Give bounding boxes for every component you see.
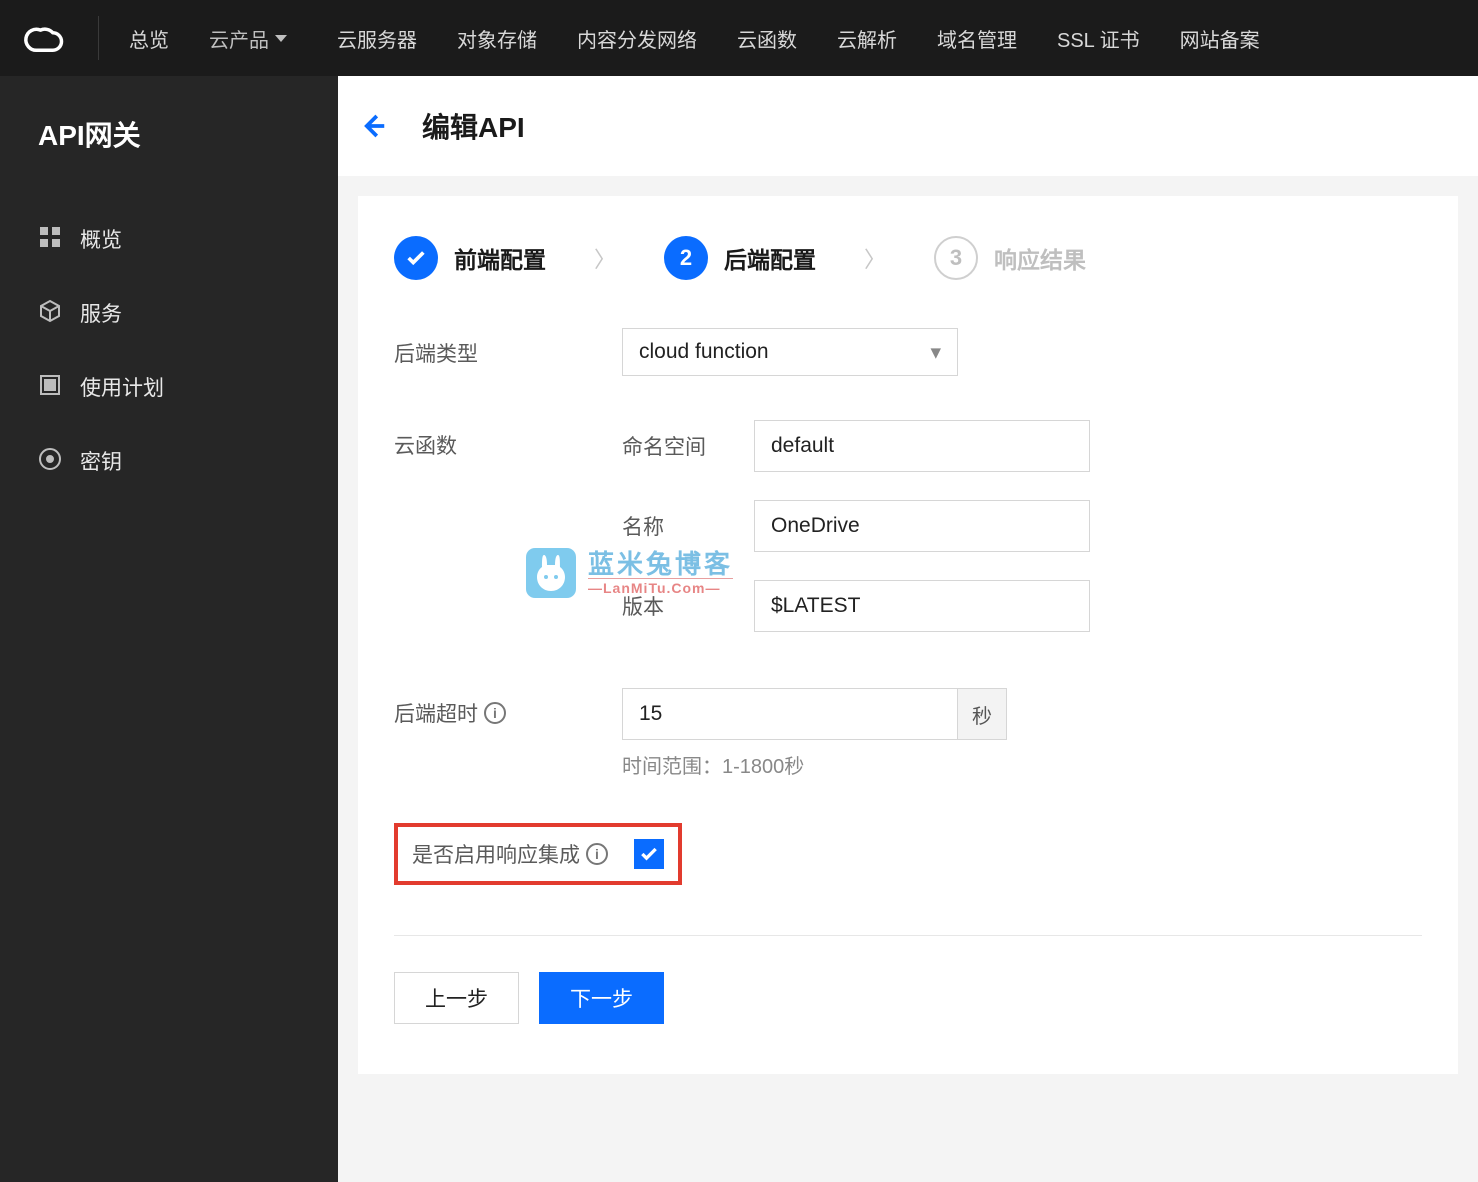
sidebar-item-usage-plan[interactable]: 使用计划 bbox=[0, 350, 338, 424]
steps: 前端配置 〉 2 后端配置 〉 3 响应结果 bbox=[394, 236, 1422, 280]
label-cloud-function: 云函数 bbox=[394, 420, 622, 460]
next-button[interactable]: 下一步 bbox=[539, 972, 664, 1024]
sidebar-item-service[interactable]: 服务 bbox=[0, 276, 338, 350]
nav-scf[interactable]: 云函数 bbox=[737, 24, 797, 53]
logo-icon bbox=[20, 14, 68, 62]
nav-ssl[interactable]: SSL 证书 bbox=[1057, 24, 1140, 53]
cube-icon bbox=[38, 299, 62, 328]
divider bbox=[394, 935, 1422, 936]
sidebar: API网关 概览 服务 使用计划 密钥 bbox=[0, 76, 338, 1182]
label-response-integration: 是否启用响应集成 i bbox=[412, 839, 608, 869]
select-backend-type[interactable]: cloud function ▾ bbox=[622, 328, 958, 376]
sidebar-item-overview[interactable]: 概览 bbox=[0, 202, 338, 276]
nav-domain[interactable]: 域名管理 bbox=[937, 24, 1017, 53]
nav-beian[interactable]: 网站备案 bbox=[1180, 24, 1260, 53]
button-row: 上一步 下一步 bbox=[394, 972, 1422, 1024]
highlight-box: 是否启用响应集成 i bbox=[394, 823, 682, 885]
sidebar-item-label: 服务 bbox=[80, 298, 122, 328]
row-timeout: 后端超时 i 秒 时间范围：1-1800秒 bbox=[394, 688, 1422, 779]
main-content: 编辑API 前端配置 〉 2 后端配置 〉 3 响应结果 bbox=[338, 76, 1478, 1182]
info-icon[interactable]: i bbox=[586, 843, 608, 865]
input-name[interactable] bbox=[754, 500, 1090, 552]
label-name: 名称 bbox=[622, 511, 726, 541]
prev-button[interactable]: 上一步 bbox=[394, 972, 519, 1024]
nav-overview[interactable]: 总览 bbox=[129, 24, 169, 53]
top-nav: 总览 云产品 云服务器 对象存储 内容分发网络 云函数 云解析 域名管理 SSL… bbox=[0, 0, 1478, 76]
sidebar-item-label: 使用计划 bbox=[80, 372, 164, 402]
row-backend-type: 后端类型 cloud function ▾ bbox=[394, 328, 1422, 376]
chevron-down-icon: ▾ bbox=[930, 340, 941, 365]
row-response-integration: 是否启用响应集成 i bbox=[394, 823, 1422, 885]
nav-cvm[interactable]: 云服务器 bbox=[337, 24, 417, 53]
sidebar-title: API网关 bbox=[0, 104, 338, 202]
step-1[interactable]: 前端配置 bbox=[394, 236, 546, 280]
step-2-label: 后端配置 bbox=[724, 241, 816, 275]
sidebar-item-label: 概览 bbox=[80, 224, 122, 254]
label-backend-type: 后端类型 bbox=[394, 328, 622, 368]
sidebar-item-label: 密钥 bbox=[80, 446, 122, 476]
step-3-circle: 3 bbox=[934, 236, 978, 280]
step-3[interactable]: 3 响应结果 bbox=[934, 236, 1086, 280]
label-namespace: 命名空间 bbox=[622, 431, 726, 461]
row-namespace: 命名空间 bbox=[622, 420, 1090, 472]
key-icon bbox=[38, 447, 62, 476]
timeout-unit: 秒 bbox=[958, 688, 1007, 740]
timeout-input-group: 秒 bbox=[622, 688, 1007, 740]
nav-cdn[interactable]: 内容分发网络 bbox=[577, 24, 697, 53]
page-title: 编辑API bbox=[422, 106, 525, 146]
select-backend-type-value: cloud function bbox=[639, 340, 769, 364]
nav-cloud-products-label: 云产品 bbox=[209, 24, 269, 53]
chevron-right-icon: 〉 bbox=[594, 242, 616, 274]
row-version: 版本 bbox=[622, 580, 1090, 632]
input-namespace[interactable] bbox=[754, 420, 1090, 472]
dashboard-icon bbox=[38, 225, 62, 254]
row-cloud-function: 云函数 命名空间 名称 版本 bbox=[394, 420, 1422, 632]
back-button[interactable] bbox=[358, 111, 388, 141]
label-timeout: 后端超时 i bbox=[394, 688, 622, 728]
step-3-label: 响应结果 bbox=[994, 241, 1086, 275]
chevron-right-icon: 〉 bbox=[864, 242, 886, 274]
info-icon[interactable]: i bbox=[484, 702, 506, 724]
checkbox-response-integration[interactable] bbox=[634, 839, 664, 869]
page-header: 编辑API bbox=[338, 76, 1478, 176]
sidebar-item-key[interactable]: 密钥 bbox=[0, 424, 338, 498]
step-1-label: 前端配置 bbox=[454, 241, 546, 275]
form-card: 前端配置 〉 2 后端配置 〉 3 响应结果 后端类型 cloud functi… bbox=[358, 196, 1458, 1074]
row-name: 名称 bbox=[622, 500, 1090, 552]
step-2[interactable]: 2 后端配置 bbox=[664, 236, 816, 280]
label-version: 版本 bbox=[622, 591, 726, 621]
timeout-hint: 时间范围：1-1800秒 bbox=[622, 750, 1007, 779]
chevron-down-icon bbox=[275, 35, 287, 42]
nav-separator bbox=[98, 16, 99, 60]
input-timeout[interactable] bbox=[622, 688, 958, 740]
step-1-circle bbox=[394, 236, 438, 280]
input-version[interactable] bbox=[754, 580, 1090, 632]
step-2-circle: 2 bbox=[664, 236, 708, 280]
nav-cos[interactable]: 对象存储 bbox=[457, 24, 537, 53]
nav-dns[interactable]: 云解析 bbox=[837, 24, 897, 53]
nav-cloud-products[interactable]: 云产品 bbox=[209, 24, 287, 53]
plan-icon bbox=[38, 373, 62, 402]
